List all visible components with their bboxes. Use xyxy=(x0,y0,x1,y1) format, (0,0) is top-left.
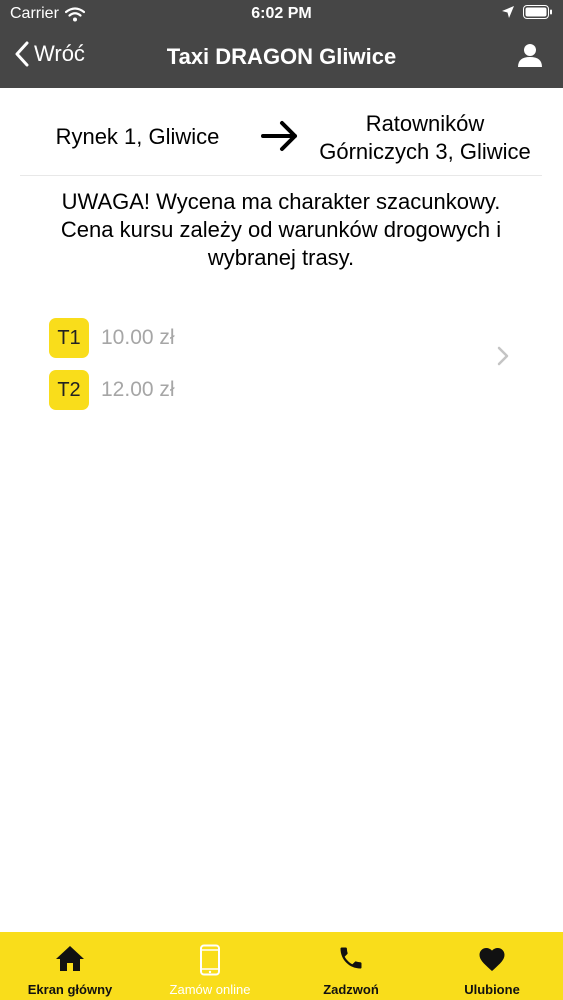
header: Carrier 6:02 PM Wróć Taxi DRAGON Gliwice xyxy=(0,0,563,88)
route-destination-line2: Górniczych 3, Gliwice xyxy=(319,139,531,164)
arrow-right-icon xyxy=(261,121,297,151)
tariff-badge: T1 xyxy=(49,318,89,358)
chevron-right-icon xyxy=(497,346,509,366)
price-row-t2: T2 12.00 zł xyxy=(49,370,175,410)
price-estimate-notice: UWAGA! Wycena ma charakter szacunkowy. C… xyxy=(20,188,542,272)
user-icon xyxy=(518,44,542,67)
home-icon xyxy=(56,946,84,971)
tab-call[interactable]: Zadzwoń xyxy=(281,932,421,1000)
phone-device-icon xyxy=(200,944,220,976)
route-destination: Ratowników Górniczych 3, Gliwice xyxy=(310,110,540,166)
notice-line1: UWAGA! Wycena ma charakter szacunkowy. xyxy=(61,189,501,214)
notice-line2: Cena kursu zależy od warunków drogowych … xyxy=(60,217,502,242)
status-bar: Carrier 6:02 PM xyxy=(0,0,563,30)
tab-bar: Ekran główny Zamów online Zadzwoń Ulubio… xyxy=(0,932,563,1000)
price-amount: 12.00 zł xyxy=(101,378,175,401)
profile-button[interactable] xyxy=(517,42,543,73)
tab-home[interactable]: Ekran główny xyxy=(0,932,140,1000)
status-time: 6:02 PM xyxy=(251,5,312,22)
notice-line3: wybranej trasy. xyxy=(207,245,355,270)
page-title: Taxi DRAGON Gliwice xyxy=(166,44,397,69)
tab-label: Ekran główny xyxy=(27,982,113,997)
location-arrow-icon xyxy=(502,6,514,18)
tab-order-online[interactable]: Zamów online xyxy=(140,932,280,1000)
price-list[interactable]: T1 10.00 zł T2 12.00 zł xyxy=(0,310,563,414)
navigation-bar: Wróć Taxi DRAGON Gliwice xyxy=(0,30,563,88)
tab-label: Ulubione xyxy=(464,982,520,997)
route-destination-line1: Ratowników xyxy=(365,111,485,136)
route-origin: Rynek 1, Gliwice xyxy=(55,124,220,149)
heart-icon xyxy=(479,948,505,971)
tariff-badge: T2 xyxy=(49,370,89,410)
tab-label: Zadzwoń xyxy=(323,982,379,997)
route-summary: Rynek 1, Gliwice Ratowników Górniczych 3… xyxy=(20,100,542,176)
price-row-t1: T1 10.00 zł xyxy=(49,318,175,358)
battery-icon xyxy=(523,5,552,19)
price-amount: 10.00 zł xyxy=(101,326,175,349)
tab-label: Zamów online xyxy=(169,982,251,997)
status-indicators xyxy=(501,5,553,19)
tab-favorites[interactable]: Ulubione xyxy=(422,932,562,1000)
call-icon xyxy=(340,947,362,969)
